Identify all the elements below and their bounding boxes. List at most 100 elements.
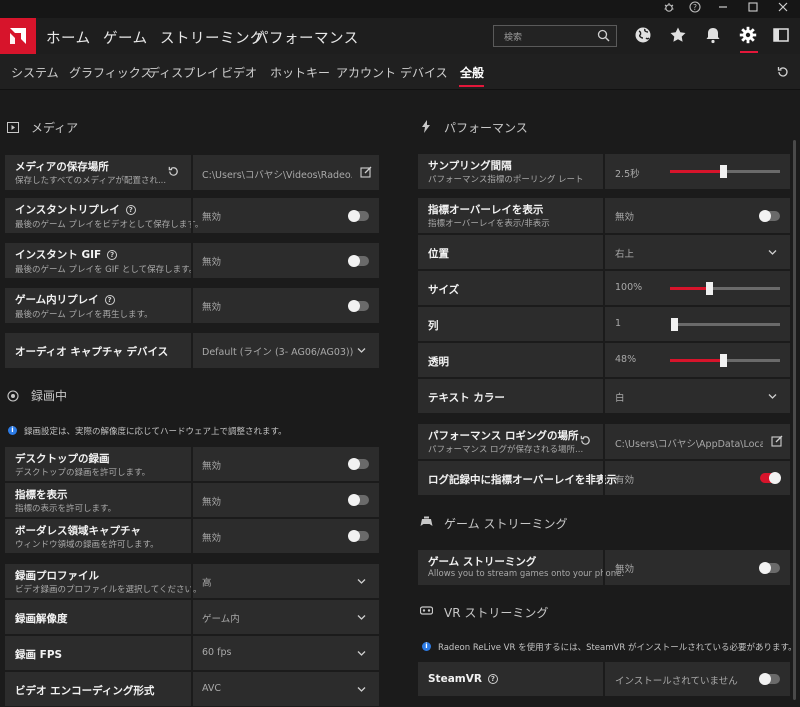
chevron-down-icon[interactable] [768, 392, 777, 401]
opacity-slider[interactable] [670, 354, 780, 367]
edit-icon[interactable] [360, 166, 372, 181]
chevron-down-icon[interactable] [357, 685, 366, 694]
desktop-recording-value: 無効 [202, 461, 222, 472]
ingame-replay-toggle[interactable] [348, 300, 369, 312]
game-streaming-row[interactable]: ゲーム ストリーミング Allows you to stream games o… [418, 550, 790, 585]
sampling-interval-desc: パフォーマンス指標のポーリング レート [428, 175, 584, 185]
size-slider[interactable] [670, 282, 780, 295]
sampling-interval-slider[interactable] [670, 165, 780, 178]
text-color-value: 白 [615, 393, 625, 404]
ingame-replay-row[interactable]: ゲーム内リプレイ? 最後のゲーム プレイを再生します。 無効 [5, 288, 379, 323]
nav-home[interactable]: ホーム [46, 27, 91, 48]
instant-replay-row[interactable]: インスタントリプレイ? 最後のゲーム プレイをビデオとして保存します。 無効 [5, 198, 379, 233]
game-streaming-toggle[interactable] [759, 562, 780, 574]
media-location-row[interactable]: メディアの保存場所 保存したすべてのメディアが配置され... C:\Users\… [5, 155, 379, 190]
media-icon [7, 122, 19, 134]
reset-icon[interactable] [776, 65, 790, 82]
tab-devices[interactable]: デバイス [400, 64, 448, 81]
log-location-row[interactable]: パフォーマンス ロギングの場所 パフォーマンス ログが保存される場所... C:… [418, 424, 790, 459]
steamvr-row[interactable]: SteamVR? インストールされていません [418, 662, 790, 696]
minimize-icon[interactable] [712, 1, 734, 17]
hide-overlay-toggle[interactable] [760, 472, 781, 484]
metrics-overlay-row[interactable]: 指標オーバーレイを表示 指標オーバーレイを表示/非表示 無効 [418, 198, 790, 233]
desktop-recording-row[interactable]: デスクトップの録画 デスクトップの録画を許可します。 無効 [5, 447, 379, 481]
search-icon [597, 29, 610, 45]
show-metrics-row[interactable]: 指標を表示 指標の表示を許可します。 無効 [5, 483, 379, 517]
chevron-down-icon[interactable] [357, 613, 366, 622]
row-divider [603, 550, 605, 585]
maximize-icon[interactable] [742, 1, 764, 17]
ingame-replay-label: ゲーム内リプレイ [15, 294, 99, 306]
recording-resolution-row[interactable]: 録画解像度 ゲーム内 [5, 600, 379, 634]
recording-profile-row[interactable]: 録画プロファイル ビデオ録画のプロファイルを選択してください。 高 [5, 564, 379, 598]
tab-video[interactable]: ビデオ [221, 64, 257, 81]
media-location-reset-icon[interactable] [167, 165, 180, 181]
row-divider [603, 379, 605, 413]
help-icon[interactable]: ? [104, 295, 115, 305]
instant-gif-toggle[interactable] [348, 255, 369, 267]
steamvr-toggle[interactable] [759, 673, 780, 685]
chevron-down-icon[interactable] [357, 346, 366, 355]
nav-streaming[interactable]: ストリーミング [160, 27, 265, 48]
recording-note: 録画設定は、実際の解像度に応じてハードウェア上で調整されます。 [24, 427, 287, 437]
show-metrics-toggle[interactable] [348, 494, 369, 506]
window-icon[interactable] [772, 26, 792, 46]
borderless-capture-toggle[interactable] [348, 530, 369, 542]
close-icon[interactable] [772, 1, 794, 17]
instant-gif-row[interactable]: インスタント GIF? 最後のゲーム プレイを GIF として保存します。 無効 [5, 243, 379, 278]
columns-row[interactable]: 列 1 [418, 307, 790, 341]
audio-capture-row[interactable]: オーディオ キャプチャ デバイス Default (ライン (3- AG06/A… [5, 333, 379, 368]
hide-overlay-row[interactable]: ログ記録中に指標オーバーレイを非表示 有効 [418, 461, 790, 495]
opacity-row[interactable]: 透明 48% [418, 343, 790, 377]
position-row[interactable]: 位置 右上 [418, 235, 790, 269]
opacity-value: 48% [615, 354, 637, 365]
row-divider [603, 424, 605, 459]
help-icon[interactable]: ? [107, 250, 118, 260]
size-row[interactable]: サイズ 100% [418, 271, 790, 305]
amd-logo[interactable] [0, 18, 36, 54]
tab-display[interactable]: ディスプレイ [148, 64, 219, 81]
tab-general[interactable]: 全般 [460, 64, 484, 81]
game-streaming-value: 無効 [615, 564, 635, 575]
video-encoding-row[interactable]: ビデオ エンコーディング形式 AVC [5, 672, 379, 706]
bell-icon[interactable] [704, 26, 724, 46]
log-location-reset-icon[interactable] [579, 434, 592, 450]
chevron-down-icon[interactable] [357, 577, 366, 586]
gear-icon[interactable] [739, 26, 759, 46]
search-input[interactable]: 検索 [493, 25, 617, 47]
hide-overlay-value: 有効 [615, 475, 635, 486]
chevron-down-icon[interactable] [768, 248, 777, 257]
metrics-overlay-value: 無効 [615, 212, 635, 223]
row-divider [191, 447, 193, 481]
sampling-interval-row[interactable]: サンプリング間隔 パフォーマンス指標のポーリング レート 2.5秒 [418, 154, 790, 189]
tab-system[interactable]: システム [11, 64, 59, 81]
recording-fps-row[interactable]: 録画 FPS 60 fps [5, 636, 379, 670]
row-divider [603, 343, 605, 377]
edit-icon[interactable] [771, 435, 783, 450]
settings-tabs: システム グラフィックス ディスプレイ ビデオ ホットキー アカウント デバイス… [0, 54, 800, 90]
tab-graphics[interactable]: グラフィックス [69, 64, 152, 81]
help-icon[interactable]: ? [487, 674, 498, 684]
tab-account[interactable]: アカウント [336, 64, 396, 81]
columns-slider[interactable] [671, 318, 780, 331]
scrollbar[interactable] [793, 140, 796, 700]
chevron-down-icon[interactable] [357, 649, 366, 658]
row-divider [191, 333, 193, 368]
metrics-overlay-toggle[interactable] [759, 210, 780, 222]
help-icon[interactable]: ? [125, 205, 136, 215]
star-icon[interactable] [669, 26, 689, 46]
globe-icon[interactable] [634, 26, 654, 46]
tab-hotkeys[interactable]: ホットキー [270, 64, 330, 81]
desktop-recording-toggle[interactable] [348, 458, 369, 470]
nav-performance[interactable]: パフォーマンス [254, 27, 359, 48]
text-color-row[interactable]: テキスト カラー 白 [418, 379, 790, 413]
row-divider [603, 271, 605, 305]
instant-replay-toggle[interactable] [348, 210, 369, 222]
help-icon[interactable]: ? [684, 1, 706, 17]
borderless-capture-row[interactable]: ボーダレス領域キャプチャ ウィンドウ領域の録画を許可します。 無効 [5, 519, 379, 553]
row-divider [191, 243, 193, 278]
steamvr-label: SteamVR [428, 673, 482, 685]
steamvr-value: インストールされていません [615, 676, 738, 687]
bug-icon[interactable] [658, 1, 680, 17]
nav-games[interactable]: ゲーム [103, 27, 148, 48]
